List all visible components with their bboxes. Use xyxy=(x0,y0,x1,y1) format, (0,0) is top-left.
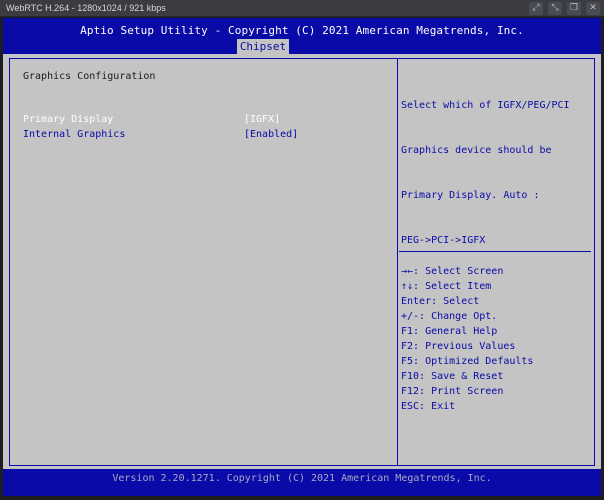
close-icon[interactable]: ✕ xyxy=(586,2,600,15)
key-help-item: →←: Select Screen xyxy=(401,266,504,277)
key-help-item: F10: Save & Reset xyxy=(401,371,504,382)
expand-icon[interactable]: ⤢ xyxy=(529,2,543,15)
key-help-item: ESC: Exit xyxy=(401,401,456,412)
key-help-item: +/-: Change Opt. xyxy=(401,311,498,322)
help-line: Primary Display. Auto : xyxy=(401,190,540,201)
tab-chipset[interactable]: Chipset xyxy=(237,39,289,54)
panel-divider-vertical xyxy=(397,58,398,466)
key-help-list: →←: Select Screen ↑↓: Select Item Enter:… xyxy=(401,264,591,414)
bios-footer: Version 2.20.1271. Copyright (C) 2021 Am… xyxy=(3,469,601,496)
viewer-titlebar: WebRTC H.264 - 1280x1024 / 921 kbps ⤢ ⤡ … xyxy=(0,0,604,17)
key-help-item: ↑↓: Select Item xyxy=(401,281,492,292)
viewer-controls: ⤢ ⤡ ❐ ✕ xyxy=(529,2,600,15)
section-title: Graphics Configuration xyxy=(23,71,156,82)
bios-header: Aptio Setup Utility - Copyright (C) 2021… xyxy=(3,18,601,54)
key-help-item: F12: Print Screen xyxy=(401,386,504,397)
setting-internal-graphics[interactable]: Internal Graphics [Enabled] xyxy=(23,129,393,143)
copy-icon[interactable]: ❐ xyxy=(567,2,581,15)
bios-screen: Aptio Setup Utility - Copyright (C) 2021… xyxy=(3,18,601,496)
item-help-text: Select which of IGFX/PEG/PCI Graphics de… xyxy=(401,68,591,278)
key-help-item: F5: Optimized Defaults xyxy=(401,356,534,367)
setting-primary-display[interactable]: Primary Display [IGFX] xyxy=(23,114,393,128)
help-line: Graphics device should be xyxy=(401,145,552,156)
setting-label: Primary Display xyxy=(23,114,114,125)
key-help-item: Enter: Select xyxy=(401,296,480,307)
collapse-icon[interactable]: ⤡ xyxy=(548,2,562,15)
help-line: PEG->PCI->IGFX xyxy=(401,235,486,246)
key-help-item: F2: Previous Values xyxy=(401,341,516,352)
setting-value[interactable]: [Enabled] xyxy=(244,129,298,140)
setting-value[interactable]: [IGFX] xyxy=(244,114,280,125)
setting-label: Internal Graphics xyxy=(23,129,126,140)
viewer-title: WebRTC H.264 - 1280x1024 / 921 kbps xyxy=(6,3,166,13)
help-line: Select which of IGFX/PEG/PCI xyxy=(401,100,570,111)
key-help-item: F1: General Help xyxy=(401,326,498,337)
bios-title: Aptio Setup Utility - Copyright (C) 2021… xyxy=(80,24,524,37)
version-text: Version 2.20.1271. Copyright (C) 2021 Am… xyxy=(112,473,492,484)
